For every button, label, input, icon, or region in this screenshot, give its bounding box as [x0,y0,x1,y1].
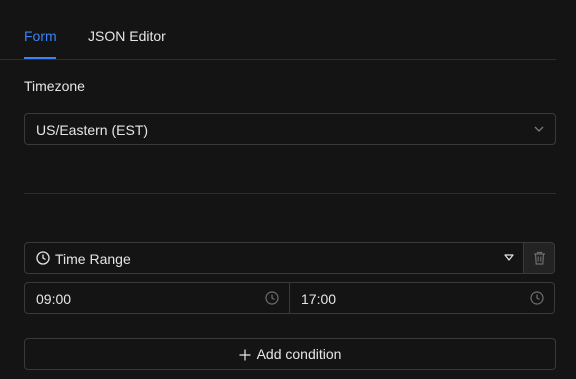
start-time-input[interactable]: 09:00 [24,282,290,314]
plus-icon [239,349,251,361]
add-condition-content: Add condition [239,346,342,362]
clock-icon[interactable] [265,291,279,305]
timezone-select[interactable]: US/Eastern (EST) [24,113,556,145]
timezone-label: Timezone [24,78,85,94]
start-time-value: 09:00 [36,291,72,307]
timezone-value: US/Eastern (EST) [36,122,149,138]
section-divider [24,193,556,194]
trash-icon [534,251,545,265]
add-condition-button[interactable]: Add condition [24,338,556,370]
active-tab-indicator [24,57,56,59]
end-time-input[interactable]: 17:00 [289,282,555,314]
clock-icon [36,251,50,265]
condition-type-value: Time Range [55,251,131,267]
tab-json-editor[interactable]: JSON Editor [88,28,166,44]
clock-icon[interactable] [530,291,544,305]
add-condition-label: Add condition [256,346,342,362]
chevron-down-icon [534,126,544,132]
caret-down-icon [504,254,514,261]
end-time-value: 17:00 [301,291,337,307]
delete-condition-button[interactable] [524,242,555,274]
condition-type-select[interactable]: Time Range [24,242,524,274]
tab-form[interactable]: Form [24,28,57,44]
tab-bar: Form JSON Editor [0,0,556,60]
condition-row: Time Range [24,242,555,274]
